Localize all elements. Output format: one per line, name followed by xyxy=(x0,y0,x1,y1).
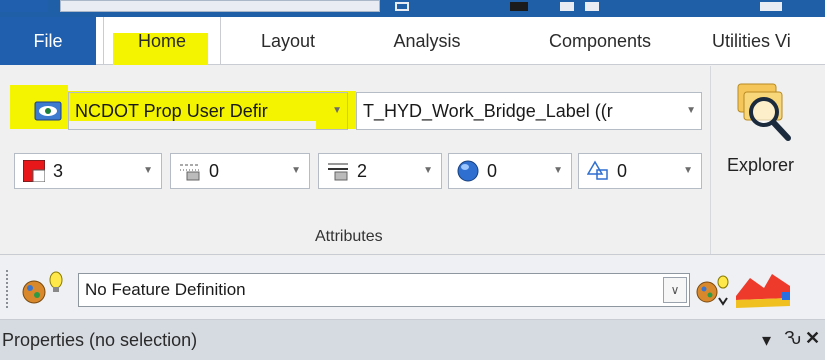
tab-components[interactable]: Components xyxy=(520,17,680,65)
panel-menu-icon[interactable]: ▾ xyxy=(762,330,771,351)
chevron-down-icon[interactable]: ▼ xyxy=(143,165,153,176)
color-swatch-icon xyxy=(22,159,46,183)
toggle-feature-icon[interactable] xyxy=(695,274,731,313)
app-icon[interactable] xyxy=(0,0,48,12)
chevron-down-icon[interactable]: ▼ xyxy=(423,165,433,176)
toolbar-icon[interactable] xyxy=(510,2,528,11)
transparency-value: 0 xyxy=(487,160,498,181)
line-weight-icon xyxy=(327,160,349,182)
attributes-group-label: Attributes xyxy=(315,228,383,245)
chevron-down-icon[interactable]: ▼ xyxy=(553,165,563,176)
feature-definition-icon[interactable] xyxy=(20,270,66,311)
tab-utilities[interactable]: Utilities Vi xyxy=(706,17,825,65)
explorer-button[interactable]: Explorer xyxy=(716,70,825,190)
tab-file[interactable]: File xyxy=(0,17,96,65)
toolbar-icon[interactable] xyxy=(560,2,574,11)
line-style-icon xyxy=(179,160,201,182)
level-manager-icon[interactable] xyxy=(33,96,63,126)
tab-analysis[interactable]: Analysis xyxy=(372,17,482,65)
properties-panel-header: Properties (no selection) ▾ Ԅ ✕ xyxy=(0,320,825,360)
tab-layout[interactable]: Layout xyxy=(238,17,338,65)
tab-home[interactable]: Home xyxy=(103,17,221,66)
line-style-picker[interactable]: 0 ▼ xyxy=(170,153,310,189)
chevron-down-icon[interactable]: ∨ xyxy=(663,277,687,303)
chevron-down-icon[interactable]: ▼ xyxy=(683,165,693,176)
feature-definition-value: No Feature Definition xyxy=(85,280,246,299)
priority-value: 0 xyxy=(617,160,628,181)
close-icon[interactable]: ✕ xyxy=(805,328,820,349)
feature-definition-combo[interactable]: No Feature Definition ∨ xyxy=(78,273,690,307)
transparency-picker[interactable]: 0 ▼ xyxy=(448,153,572,189)
level-combo[interactable]: NCDOT Prop User Defir ▼ xyxy=(68,92,348,130)
ribbon-tab-bar: File Home Layout Analysis Components Uti… xyxy=(0,17,825,66)
color-value: 3 xyxy=(53,160,64,181)
explorer-icon xyxy=(734,80,792,147)
toolbar-icon[interactable] xyxy=(585,2,599,11)
explorer-label: Explorer xyxy=(727,155,795,175)
quick-access-combo[interactable] xyxy=(60,0,380,12)
title-bar xyxy=(0,0,825,17)
element-template-combo[interactable]: T_HYD_Work_Bridge_Label ((r ▼ xyxy=(356,92,702,130)
chevron-down-icon[interactable]: ▼ xyxy=(291,165,301,176)
line-style-value: 0 xyxy=(209,160,220,181)
group-separator xyxy=(710,66,711,254)
grip-handle[interactable] xyxy=(6,270,10,308)
level-combo-value: NCDOT Prop User Defir xyxy=(75,100,268,121)
terrain-model-icon[interactable] xyxy=(732,270,792,315)
element-template-value: T_HYD_Work_Bridge_Label ((r xyxy=(363,100,613,121)
line-weight-picker[interactable]: 2 ▼ xyxy=(318,153,442,189)
properties-title: Properties (no selection) xyxy=(2,329,198,350)
color-picker[interactable]: 3 ▼ xyxy=(14,153,162,189)
line-weight-value: 2 xyxy=(357,160,368,181)
shape-priority-icon xyxy=(586,160,609,182)
pin-icon[interactable]: Ԅ xyxy=(784,328,801,349)
priority-picker[interactable]: 0 ▼ xyxy=(578,153,702,189)
window-icon[interactable] xyxy=(395,2,409,11)
globe-icon xyxy=(457,160,479,182)
feature-definition-toolbar: No Feature Definition ∨ xyxy=(0,256,825,320)
toolbar-icon[interactable] xyxy=(760,2,782,11)
chevron-down-icon[interactable]: ▼ xyxy=(332,105,342,116)
chevron-down-icon[interactable]: ▼ xyxy=(686,105,696,116)
